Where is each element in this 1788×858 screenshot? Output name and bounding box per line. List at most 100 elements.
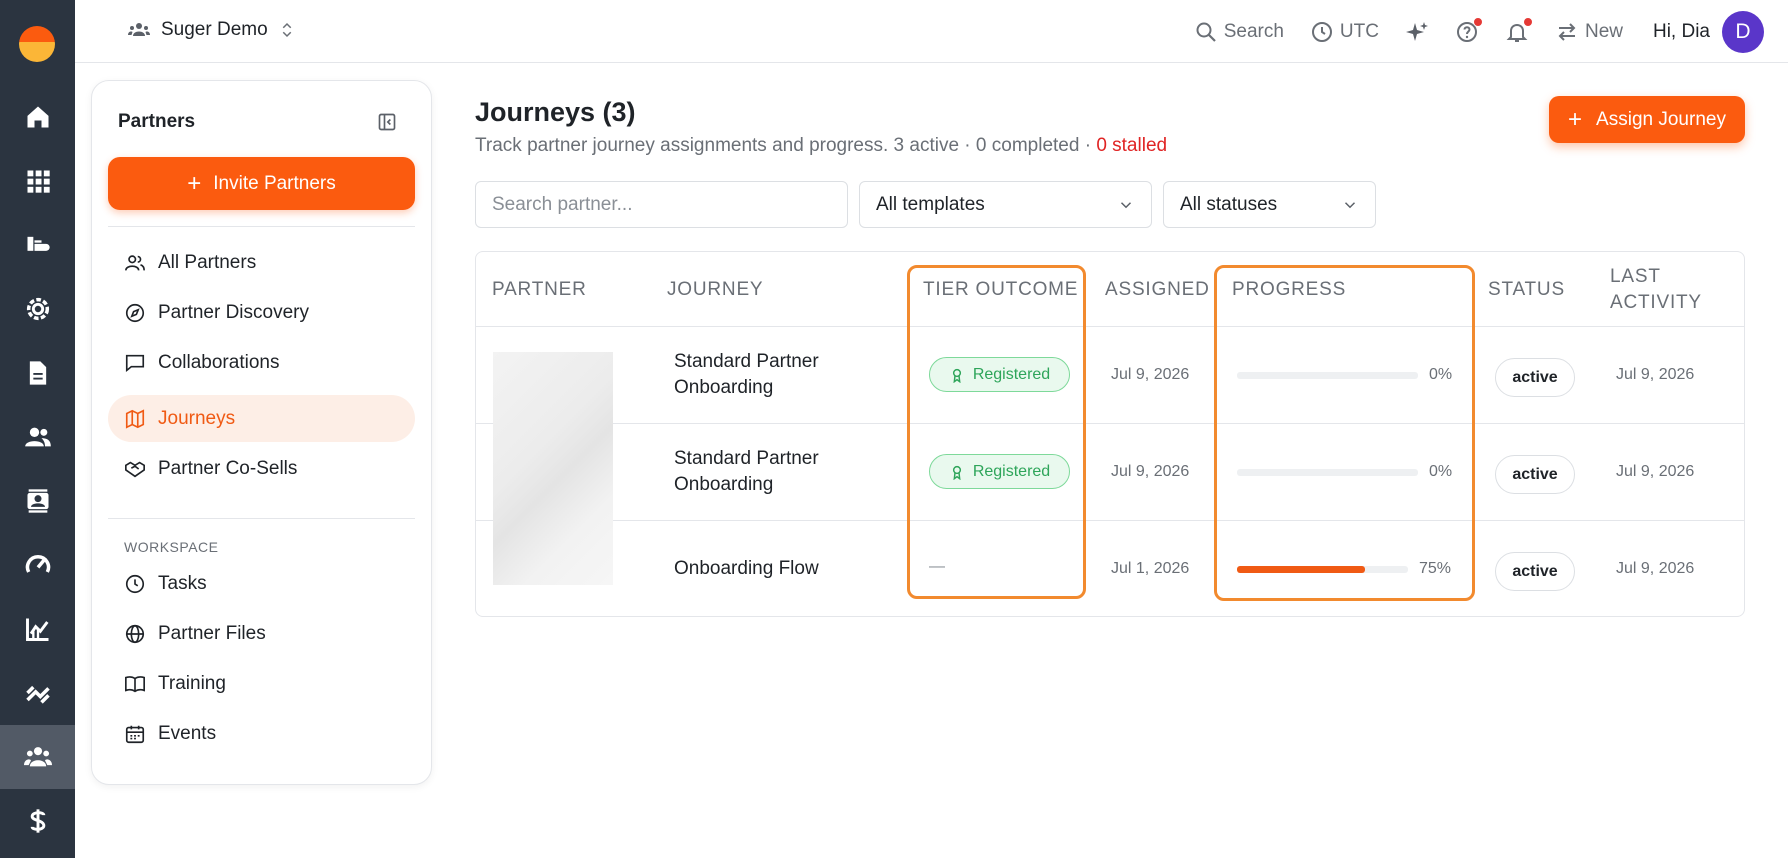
sidebar-item-partner-co-sells[interactable]: Partner Co-Sells bbox=[108, 445, 415, 492]
workspace-section-label: WORKSPACE bbox=[124, 539, 219, 555]
column-header-partner[interactable]: PARTNER bbox=[492, 277, 587, 303]
chevron-down-icon bbox=[1120, 201, 1132, 208]
invite-label: Invite Partners bbox=[213, 172, 336, 194]
grid-icon[interactable] bbox=[0, 149, 75, 213]
ai-button[interactable] bbox=[1405, 20, 1429, 44]
sidebar-item-training[interactable]: Training bbox=[108, 660, 415, 707]
sidebar-item-journeys[interactable]: Journeys bbox=[108, 395, 415, 442]
journeys-table: PARTNER JOURNEY TIER OUTCOME ASSIGNED PR… bbox=[475, 251, 1745, 617]
sidebar-item-partner-discovery[interactable]: Partner Discovery bbox=[108, 289, 415, 336]
users-icon bbox=[125, 254, 145, 271]
invite-partners-button[interactable]: + Invite Partners bbox=[108, 157, 415, 210]
globe-icon bbox=[125, 624, 145, 643]
new-label: New bbox=[1584, 21, 1623, 42]
plus-icon: + bbox=[187, 169, 202, 197]
listings-icon[interactable] bbox=[0, 213, 75, 277]
sidebar-item-collaborations[interactable]: Collaborations bbox=[108, 339, 415, 386]
assign-journey-button[interactable]: + Assign Journey bbox=[1549, 96, 1745, 143]
sidebar-item-label: Training bbox=[158, 672, 226, 694]
plus-icon: + bbox=[1568, 105, 1583, 133]
help-button[interactable] bbox=[1455, 17, 1483, 44]
calendar-icon bbox=[125, 725, 145, 743]
partner-logos-redacted bbox=[493, 352, 613, 585]
global-search[interactable]: Search bbox=[1194, 20, 1284, 44]
sidebar-item-events[interactable]: Events bbox=[108, 710, 415, 757]
progress-highlight bbox=[1214, 265, 1475, 601]
avatar[interactable]: D bbox=[1722, 11, 1764, 53]
analytics-icon[interactable] bbox=[0, 597, 75, 661]
app-rail bbox=[0, 0, 75, 858]
assigned-date: Jul 9, 2026 bbox=[1111, 366, 1190, 383]
timezone-label: UTC bbox=[1339, 21, 1379, 42]
stalled-count: 0 stalled bbox=[1096, 135, 1168, 156]
journey-name-line: Standard Partner bbox=[674, 448, 819, 469]
chevron-down-icon bbox=[1344, 201, 1356, 208]
status-filter-value: All statuses bbox=[1180, 193, 1278, 215]
notifications-button[interactable] bbox=[1505, 17, 1533, 44]
collapse-sidebar-icon[interactable] bbox=[377, 112, 397, 132]
divider bbox=[108, 518, 415, 519]
assign-label: Assign Journey bbox=[1596, 108, 1726, 130]
row-divider bbox=[476, 520, 1744, 521]
last-activity-date: Jul 9, 2026 bbox=[1616, 560, 1695, 577]
column-header-line: ACTIVITY bbox=[1610, 292, 1702, 313]
contacts-icon[interactable] bbox=[0, 469, 75, 533]
sidebar-item-label: Tasks bbox=[158, 572, 207, 594]
sidebar-item-label: Journeys bbox=[158, 407, 236, 429]
dollar-icon[interactable] bbox=[0, 789, 75, 853]
timezone-button[interactable]: UTC bbox=[1310, 20, 1379, 44]
sidebar-item-all-partners[interactable]: All Partners bbox=[108, 239, 415, 286]
clock-icon bbox=[1311, 22, 1332, 42]
sidebar-item-partner-files[interactable]: Partner Files bbox=[108, 610, 415, 657]
journey-name-line: Onboarding bbox=[674, 377, 774, 398]
handshake-icon bbox=[125, 461, 145, 477]
partner-search-input[interactable]: Search partner... bbox=[475, 181, 848, 228]
chevron-updown-icon bbox=[282, 22, 291, 38]
greeting: Hi, Dia bbox=[1652, 21, 1710, 42]
column-header-assigned[interactable]: ASSIGNED bbox=[1105, 277, 1210, 303]
column-header-line: LAST bbox=[1610, 266, 1661, 287]
column-header-status[interactable]: STATUS bbox=[1488, 277, 1565, 303]
column-header-journey[interactable]: JOURNEY bbox=[667, 277, 763, 303]
gauge-icon[interactable] bbox=[0, 533, 75, 597]
last-activity-date: Jul 9, 2026 bbox=[1616, 366, 1695, 383]
status-badge: active bbox=[1495, 455, 1575, 494]
journey-name-line: Standard Partner bbox=[674, 351, 819, 372]
sidebar-item-label: Partner Files bbox=[158, 622, 266, 644]
search-label: Search bbox=[1223, 21, 1284, 42]
users-icon[interactable] bbox=[0, 405, 75, 469]
settings-icon[interactable] bbox=[0, 277, 75, 341]
status-filter-select[interactable]: All statuses bbox=[1163, 181, 1376, 228]
search-placeholder: Search partner... bbox=[492, 193, 633, 215]
column-header-last-activity[interactable]: LAST ACTIVITY bbox=[1610, 264, 1702, 316]
org-name: Suger Demo bbox=[161, 19, 268, 40]
subtitle-text: Track partner journey assignments and pr… bbox=[475, 135, 1097, 156]
new-button[interactable]: New bbox=[1555, 20, 1623, 44]
clock-icon bbox=[125, 574, 145, 593]
sidebar-item-label: Partner Co-Sells bbox=[158, 457, 298, 479]
top-bar: Suger Demo Search UTC New Hi, Dia D bbox=[75, 0, 1788, 63]
status-badge: active bbox=[1495, 552, 1575, 591]
notification-dot bbox=[1472, 17, 1483, 27]
template-filter-value: All templates bbox=[876, 193, 985, 215]
compass-icon bbox=[125, 303, 145, 322]
sidebar-item-tasks[interactable]: Tasks bbox=[108, 560, 415, 607]
assigned-date: Jul 9, 2026 bbox=[1111, 463, 1190, 480]
template-filter-select[interactable]: All templates bbox=[859, 181, 1152, 228]
assigned-date: Jul 1, 2026 bbox=[1111, 560, 1190, 577]
journey-name[interactable]: Standard Partner Onboarding bbox=[674, 349, 819, 401]
row-divider bbox=[476, 423, 1744, 424]
document-icon[interactable] bbox=[0, 341, 75, 405]
suger-logo[interactable] bbox=[19, 26, 55, 62]
chat-icon bbox=[125, 354, 145, 372]
status-badge: active bbox=[1495, 358, 1575, 397]
sidebar-item-label: Collaborations bbox=[158, 351, 280, 373]
sidebar-item-label: Events bbox=[158, 722, 217, 744]
partners-icon[interactable] bbox=[0, 725, 75, 789]
home-icon[interactable] bbox=[0, 85, 75, 149]
org-switcher[interactable]: Suger Demo bbox=[127, 18, 296, 42]
journey-name[interactable]: Onboarding Flow bbox=[674, 556, 819, 582]
integrations-icon[interactable] bbox=[0, 661, 75, 725]
journey-name-line: Onboarding bbox=[674, 474, 774, 495]
journey-name[interactable]: Standard Partner Onboarding bbox=[674, 446, 819, 498]
